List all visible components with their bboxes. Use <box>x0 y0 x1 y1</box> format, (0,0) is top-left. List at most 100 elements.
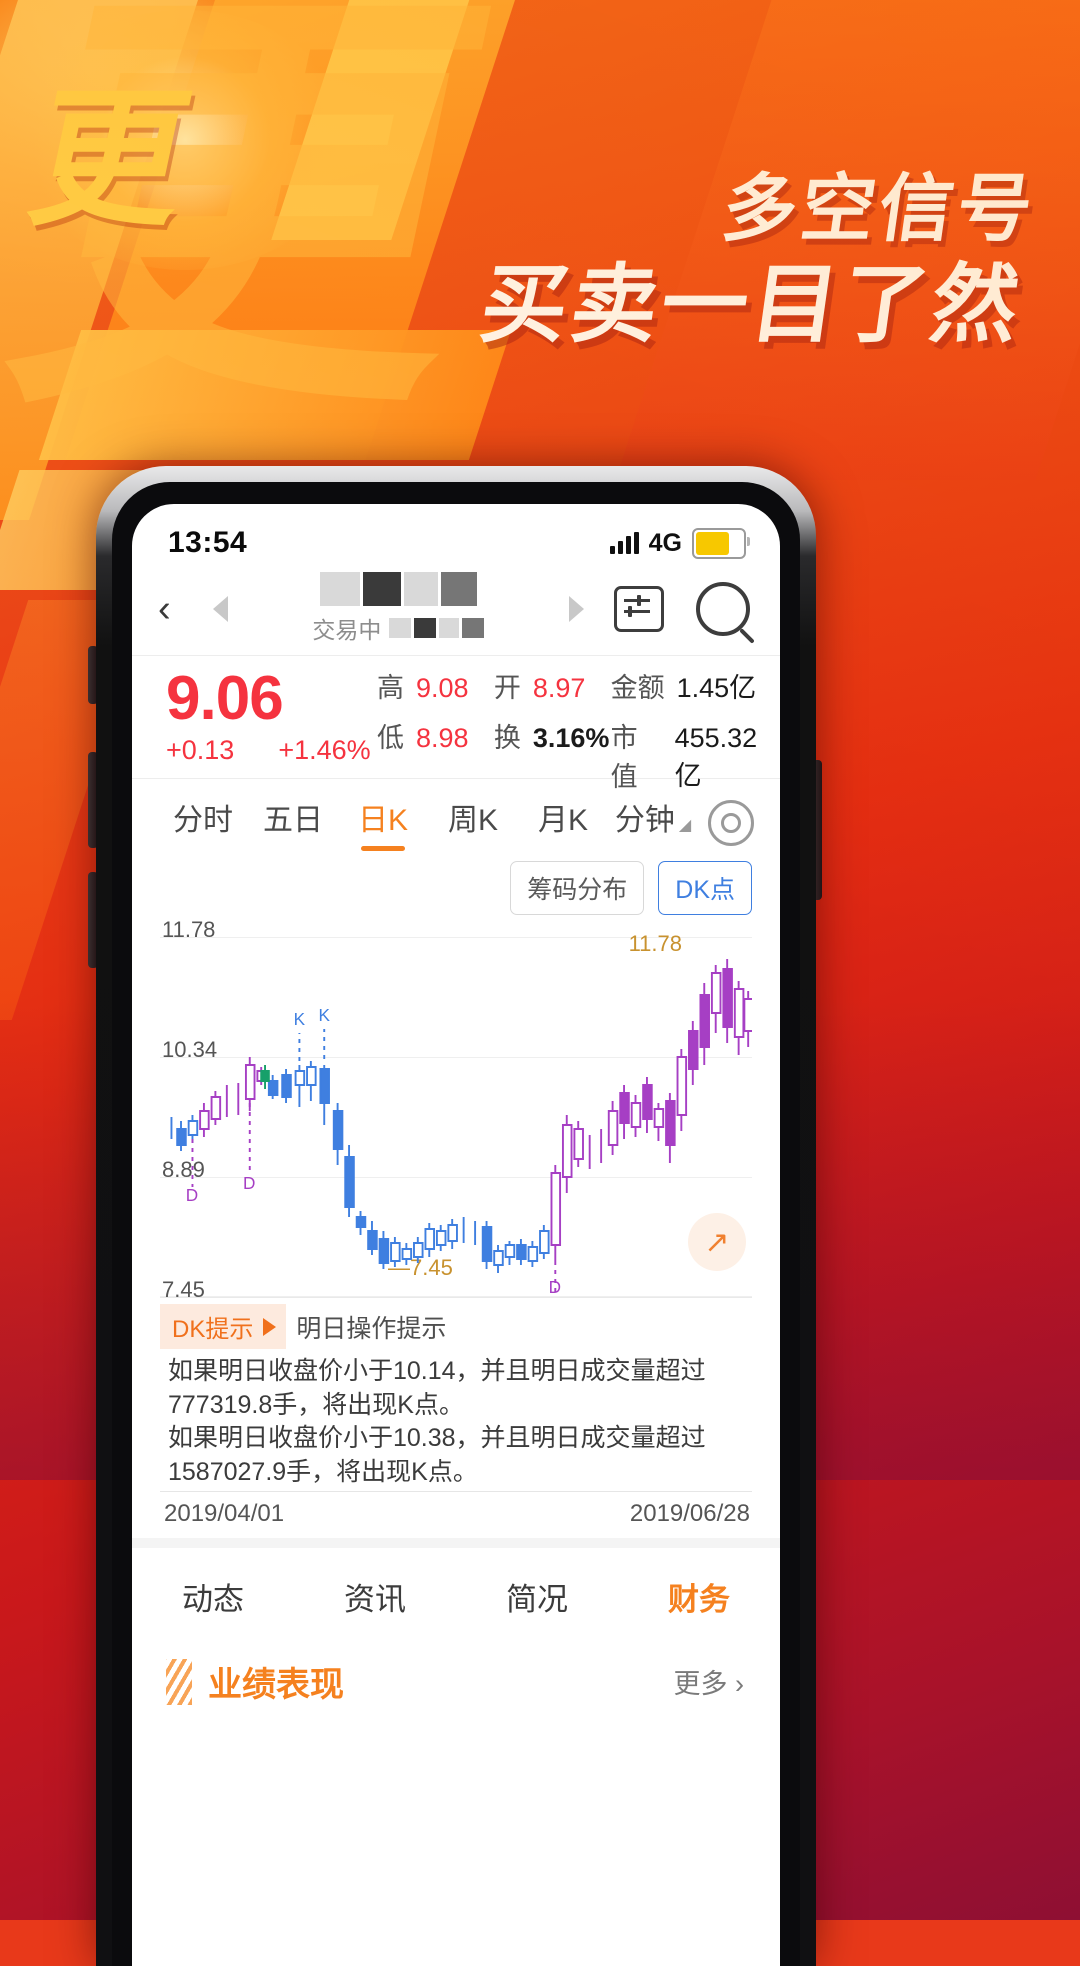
network-label: 4G <box>648 528 682 557</box>
quote-label: 市值 <box>610 723 638 793</box>
dk-tag[interactable]: DK提示 <box>160 1304 287 1350</box>
tab-monthly-k[interactable]: 月K <box>518 795 608 851</box>
sliders-icon[interactable] <box>614 585 664 632</box>
tab-minutes[interactable]: 分钟 ◢ <box>608 795 698 851</box>
status-bar: 13:54 4G <box>132 504 780 566</box>
play-triangle-icon <box>263 1317 277 1336</box>
quote-stats: 高 9.08 低 8.98 开 8.97 换 3.16% 金额 1.45亿 市值 455.3… <box>377 666 780 792</box>
svg-text:D: D <box>243 1173 255 1193</box>
dk-lines: 如果明日收盘价小于10.14，并且明日成交量超过777319.8手，将出现K点。… <box>160 1355 752 1487</box>
price-change-row: +0.13 +1.46% <box>166 735 377 766</box>
bg-stripe <box>38 330 512 460</box>
chart-overlay-chips: 筹码分布 DK点 <box>132 851 780 921</box>
bg-stripe <box>615 0 1080 480</box>
quote-value: 9.08 <box>416 673 469 704</box>
poster-headline: 多空信号 买卖一目了然 <box>474 166 1042 355</box>
price-change: +0.13 <box>166 735 235 766</box>
quote-col-2: 开 8.97 换 3.16% <box>494 666 611 766</box>
gear-icon[interactable] <box>708 800 754 847</box>
quote-item: 高 9.08 <box>377 666 494 716</box>
next-stock-button[interactable] <box>569 595 584 622</box>
dk-header: DK提示 明日操作提示 <box>160 1304 752 1350</box>
bg-stripe <box>271 0 489 240</box>
quote-value: 1.45亿 <box>676 673 757 704</box>
market-status-label: 交易中 <box>312 617 382 643</box>
bg-stripe <box>65 0 535 460</box>
section-title: 业绩表现 <box>208 1666 344 1705</box>
svg-text:K: K <box>319 1005 331 1025</box>
chevron-down-icon: ◢ <box>678 817 692 835</box>
tab-label: 分时 <box>173 804 233 838</box>
battery-icon <box>692 527 750 559</box>
prev-stock-button[interactable] <box>212 595 228 622</box>
quote-col-3: 金额 1.45亿 市值 455.32亿 <box>611 666 780 792</box>
tab-label: 周K <box>447 804 498 838</box>
phone-mockup: 13:54 4G ‹ 交易中 9.06 +0.13 +1.46% 高 9.08 … <box>96 466 816 1966</box>
tab-five-day[interactable]: 五日 <box>248 795 338 851</box>
tab-zixun[interactable]: 资讯 <box>294 1574 456 1619</box>
quote-item: 市值 455.32亿 <box>611 716 780 792</box>
quote-value: 455.32亿 <box>674 723 758 792</box>
dk-subtitle: 明日操作提示 <box>296 1314 447 1343</box>
phone-bezel: 13:54 4G ‹ 交易中 9.06 +0.13 +1.46% 高 9.08 … <box>112 482 800 1966</box>
quote-value: 3.16% <box>532 723 610 754</box>
bg-stripe <box>0 0 211 520</box>
tab-dongtai[interactable]: 动态 <box>132 1574 294 1619</box>
quote-item: 低 8.98 <box>377 716 494 766</box>
tab-weekly-k[interactable]: 周K <box>428 795 518 851</box>
dk-tips-panel: DK提示 明日操作提示 如果明日收盘价小于10.14，并且明日成交量超过7773… <box>160 1304 752 1493</box>
quote-price-block: 9.06 +0.13 +1.46% <box>132 666 377 766</box>
date-end: 2019/06/28 <box>629 1500 750 1528</box>
price-change-pct: +1.46% <box>278 735 371 766</box>
stock-name-redacted <box>319 572 477 606</box>
quote-label: 金额 <box>610 673 665 704</box>
headline-line-1: 多空信号 <box>717 166 1042 252</box>
quote-value: 8.98 <box>416 723 469 754</box>
svg-text:D: D <box>186 1185 198 1205</box>
poster-ghost-char: 更 <box>0 0 505 463</box>
quote-value: 8.97 <box>532 673 586 704</box>
search-icon[interactable] <box>696 581 750 636</box>
tab-minute-line[interactable]: 分时 <box>158 795 248 851</box>
tab-caiwu[interactable]: 财务 <box>618 1574 780 1619</box>
svg-text:D: D <box>549 1277 561 1297</box>
tab-label: 分钟 <box>614 804 675 838</box>
tab-label: 月K <box>537 804 588 838</box>
svg-text:K: K <box>294 1009 306 1029</box>
stock-title: 交易中 <box>234 572 563 645</box>
phone-screen: 13:54 4G ‹ 交易中 9.06 +0.13 +1.46% 高 9.08 … <box>132 504 780 1966</box>
candlestick-chart[interactable]: 11.78 10.34 8.89 7.45 11.78 —7.45 D D D … <box>160 917 752 1302</box>
quote-label: 开 <box>493 673 521 704</box>
stock-subtitle: 交易中 <box>312 611 485 645</box>
tab-jiankuang[interactable]: 简况 <box>456 1574 618 1619</box>
bg-glow <box>20 10 350 270</box>
hatch-icon <box>166 1658 192 1705</box>
stock-code-redacted <box>389 618 485 638</box>
status-time: 13:54 <box>168 526 248 559</box>
chart-candles: D D D K K <box>170 959 752 1297</box>
quote-item: 金额 1.45亿 <box>611 666 780 716</box>
headline-line-2: 买卖一目了然 <box>474 254 1029 355</box>
bottom-tabs: 动态 资讯 简况 财务 <box>132 1538 780 1641</box>
quote-panel: 9.06 +0.13 +1.46% 高 9.08 低 8.98 开 8.97 换 3.1… <box>132 655 780 792</box>
chart-date-range: 2019/04/01 2019/06/28 <box>132 1492 780 1538</box>
chip-chip-distribution[interactable]: 筹码分布 <box>510 861 645 916</box>
nav-bar: ‹ 交易中 <box>132 566 780 655</box>
quote-item: 开 8.97 <box>494 666 611 716</box>
dk-line: 如果明日收盘价小于10.38，并且明日成交量超过1587027.9手，将出现K点… <box>168 1424 706 1486</box>
quote-item: 换 3.16% <box>494 716 611 766</box>
signal-bars-icon <box>609 532 639 554</box>
tab-label: 五日 <box>263 804 323 838</box>
tab-daily-k[interactable]: 日K <box>338 795 428 851</box>
dk-tag-label: DK提示 <box>172 1316 254 1344</box>
chip-dk-point[interactable]: DK点 <box>658 861 752 916</box>
quote-label: 高 <box>377 673 404 704</box>
expand-icon[interactable]: ↗ <box>688 1213 746 1272</box>
back-button[interactable]: ‹ <box>158 590 171 628</box>
performance-section-header: 业绩表现 更多 › <box>132 1641 780 1706</box>
quote-col-1: 高 9.08 低 8.98 <box>377 666 494 766</box>
poster-brand-char: 更 <box>16 73 204 247</box>
tab-label: 日K <box>357 804 408 838</box>
more-link[interactable]: 更多 › <box>674 1662 745 1701</box>
last-price: 9.06 <box>166 664 284 733</box>
